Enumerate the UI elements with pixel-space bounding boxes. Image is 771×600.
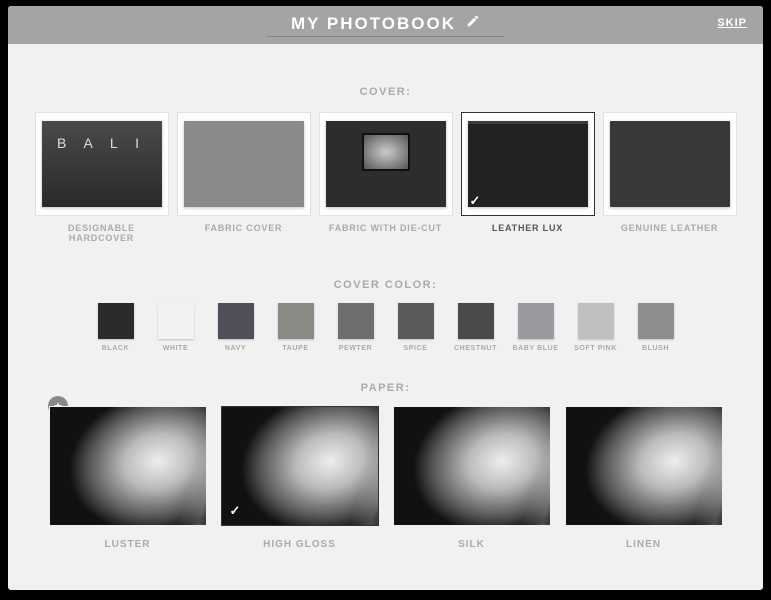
paper-option-luster[interactable]: LUSTER (49, 406, 207, 550)
cover-option-genuine-leather[interactable]: GENUINE LEATHER (603, 112, 737, 243)
color-swatch-spice[interactable]: SPICE (392, 303, 440, 352)
color-swatch-chestnut[interactable]: CHESTNUT (452, 303, 500, 352)
paper-option-label: HIGH GLOSS (263, 539, 336, 550)
paper-image (393, 406, 551, 526)
color-swatch-taupe[interactable]: TAUPE (272, 303, 320, 352)
color-swatch-pewter[interactable]: PEWTER (332, 303, 380, 352)
page-title: MY PHOTOBOOK (291, 14, 456, 34)
color-section-label: COVER COLOR: (8, 279, 763, 291)
swatch-label: BABY BLUE (512, 345, 558, 352)
swatch-label: NAVY (225, 345, 246, 352)
swatch-box (98, 303, 134, 339)
cover-option-label: FABRIC WITH DIE-CUT (329, 223, 442, 233)
cover-option-label: GENUINE LEATHER (621, 223, 718, 233)
cover-option-leather-lux[interactable]: ✓ LEATHER LUX (461, 112, 595, 243)
color-swatch-white[interactable]: WHITE (152, 303, 200, 352)
selected-check-icon: ✓ (470, 193, 481, 209)
cover-thumb (319, 112, 453, 216)
color-swatch-navy[interactable]: NAVY (212, 303, 260, 352)
swatch-box (278, 303, 314, 339)
selected-check-icon: ✓ (230, 503, 241, 519)
cover-image (610, 121, 730, 207)
swatch-label: SOFT PINK (574, 345, 617, 352)
paper-option-label: LUSTER (105, 539, 151, 550)
swatch-box (578, 303, 614, 339)
cover-thumb: ✓ (461, 112, 595, 216)
color-swatch-blush[interactable]: BLUSH (632, 303, 680, 352)
cover-option-fabric[interactable]: FABRIC COVER (177, 112, 311, 243)
paper-row: ★ LUSTER ✓ HIGH GLOSS SILK LINEN (8, 406, 763, 550)
paper-thumb: ✓ (221, 406, 379, 526)
swatch-label: BLUSH (642, 345, 669, 352)
cover-option-label: DESIGNABLE HARDCOVER (35, 223, 169, 243)
paper-option-linen[interactable]: LINEN (565, 406, 723, 550)
header-bar: MY PHOTOBOOK SKIP (8, 6, 763, 44)
cover-section: COVER: B A L I DESIGNABLE HARDCOVER FABR… (8, 44, 763, 243)
color-swatch-black[interactable]: BLACK (92, 303, 140, 352)
cover-image (468, 121, 588, 207)
cover-option-label: LEATHER LUX (492, 223, 563, 233)
cover-section-label: COVER: (8, 86, 763, 98)
paper-option-high-gloss[interactable]: ✓ HIGH GLOSS (221, 406, 379, 550)
swatch-box (218, 303, 254, 339)
swatch-label: SPICE (403, 345, 427, 352)
page: MY PHOTOBOOK SKIP COVER: B A L I DESIGNA… (8, 6, 763, 590)
cover-option-die-cut[interactable]: FABRIC WITH DIE-CUT (319, 112, 453, 243)
title-editable[interactable]: MY PHOTOBOOK (267, 14, 504, 37)
swatch-box (398, 303, 434, 339)
cover-thumb (603, 112, 737, 216)
swatch-label: TAUPE (282, 345, 308, 352)
cover-image (184, 121, 304, 207)
paper-image (565, 406, 723, 526)
paper-option-label: LINEN (626, 539, 661, 550)
paper-option-silk[interactable]: SILK (393, 406, 551, 550)
cover-option-designable-hardcover[interactable]: B A L I DESIGNABLE HARDCOVER (35, 112, 169, 243)
swatch-box (638, 303, 674, 339)
swatch-box (338, 303, 374, 339)
swatch-label: PEWTER (339, 345, 373, 352)
cover-options-row: B A L I DESIGNABLE HARDCOVER FABRIC COVE… (8, 112, 763, 243)
cover-thumb (177, 112, 311, 216)
paper-thumb (49, 406, 207, 526)
swatch-box (158, 303, 194, 339)
paper-section: PAPER: ★ LUSTER ✓ HIGH GLOSS SILK LINE (8, 382, 763, 550)
paper-section-label: PAPER: (8, 382, 763, 394)
paper-option-label: SILK (458, 539, 485, 550)
cover-option-label: FABRIC COVER (205, 223, 283, 233)
swatch-label: CHESTNUT (454, 345, 497, 352)
paper-image (221, 406, 379, 526)
swatch-box (518, 303, 554, 339)
cover-image (326, 121, 446, 207)
paper-image (49, 406, 207, 526)
paper-thumb (393, 406, 551, 526)
swatch-label: BLACK (102, 345, 130, 352)
skip-link[interactable]: SKIP (717, 17, 747, 29)
cover-thumb: B A L I (35, 112, 169, 216)
edit-title-icon[interactable] (466, 14, 480, 33)
swatch-box (458, 303, 494, 339)
swatch-label: WHITE (163, 345, 189, 352)
color-section: COVER COLOR: BLACK WHITE NAVY TAUPE PEWT… (8, 279, 763, 352)
color-swatch-soft-pink[interactable]: SOFT PINK (572, 303, 620, 352)
paper-thumb (565, 406, 723, 526)
color-swatch-baby-blue[interactable]: BABY BLUE (512, 303, 560, 352)
color-row: BLACK WHITE NAVY TAUPE PEWTER SPICE CHES… (8, 303, 763, 352)
cover-image: B A L I (42, 121, 162, 207)
